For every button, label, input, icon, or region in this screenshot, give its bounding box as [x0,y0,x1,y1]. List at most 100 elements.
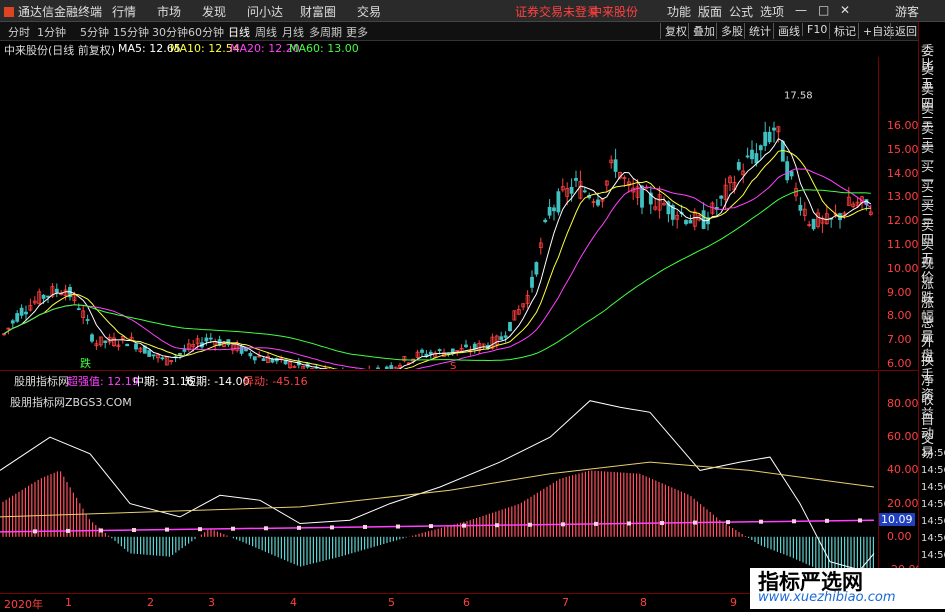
indicator-short: 短期: -14.00 [185,373,250,389]
super-value-dot [66,529,70,533]
guest-user[interactable]: 游客 [895,3,919,20]
super-value-dot [231,527,235,531]
candle-body [104,341,107,343]
ma10-line [4,151,871,370]
indicator-watermark: 股朋指标网ZBGS3.COM [10,394,132,410]
candle-body [421,350,424,352]
ma20-line [4,169,871,369]
tab-monthly[interactable]: 月线 [282,24,304,40]
candle-body [152,355,155,356]
candle-body [47,296,50,297]
super-value-dot [759,520,763,524]
minimize-icon[interactable]: — [795,3,807,17]
menu-layout[interactable]: 版面 [698,3,722,20]
candle-body [759,146,762,150]
candle-body [126,344,129,346]
tab-1min[interactable]: 1分钟 [37,24,66,40]
price-tick: 16.00 [887,119,919,132]
candle-body [390,366,393,369]
back-button[interactable]: 返回 [890,23,917,39]
candle-body [790,172,793,176]
candle-body [20,308,23,315]
candle-body [746,156,749,157]
super-value-dot [693,521,697,525]
time-label: 8 [640,596,647,609]
tab-daily[interactable]: 日线 [228,24,250,40]
tab-timeshare[interactable]: 分时 [8,24,30,40]
restore-icon[interactable]: □ [818,3,829,17]
candle-body [583,191,586,192]
overlay-button[interactable]: 叠加 [688,23,715,39]
tab-15min[interactable]: 15分钟 [113,24,149,40]
tab-multi-period[interactable]: 多周期 [309,24,342,40]
indicator-chart[interactable] [0,388,878,593]
time-label: 7 [562,596,569,609]
candle-body [737,162,740,169]
candle-body [531,277,534,287]
mark-button[interactable]: 标记 [829,23,856,39]
candle-body [597,200,600,205]
indicator-tick: 60.00 [887,430,919,443]
price-axis: 16.0015.0014.0013.0012.0011.0010.009.008… [878,57,919,369]
menu-function[interactable]: 功能 [667,3,691,20]
time-label: 1 [65,596,72,609]
candlestick-chart[interactable]: 17.585.15跌S [0,57,878,369]
tab-5min[interactable]: 5分钟 [80,24,109,40]
ma60-label: MA60: 13.00 [289,42,359,55]
app-logo: 通达信金融终端 [4,3,102,20]
draw-button[interactable]: 画线 [773,23,800,39]
candle-body [240,346,243,353]
super-value-dot [825,519,829,523]
tab-weekly[interactable]: 周线 [255,24,277,40]
f10-button[interactable]: F10 [802,23,827,36]
candle-body [16,314,19,322]
time-label: 3 [208,596,215,609]
menu-ask[interactable]: 问小达 [247,3,283,20]
super-value-dot [858,518,862,522]
candle-body [86,320,89,321]
super-value-dot [363,525,367,529]
indicator-tick: 40.00 [887,463,919,476]
price-tick: 15.00 [887,143,919,156]
signal-die: 跌 [80,356,91,369]
super-value-line [0,520,874,532]
candle-body [209,338,212,339]
super-value-dot [330,525,334,529]
multi-stock-button[interactable]: 多股 [716,23,743,39]
super-value-dot [99,528,103,532]
candle-body [429,352,432,354]
quote-sidebar: 委比卖五卖四卖三卖二卖一买一买二买三买四买五现价涨跌涨幅总量外盘换手净资收益自动… [918,22,945,609]
menu-discover[interactable]: 发现 [202,3,226,20]
candle-body [161,358,164,359]
candle-body [11,321,14,323]
ma-info-bar: 中来股份(日线 前复权) MA5: 12.65 MA10: 12.54 MA20… [0,41,945,57]
super-value-dot [594,522,598,526]
login-status[interactable]: 证券交易未登录 [515,3,599,20]
super-value-dot [495,523,499,527]
menu-quotes[interactable]: 行情 [112,3,136,20]
menu-trade[interactable]: 交易 [357,3,381,20]
tab-more[interactable]: 更多 [346,24,368,40]
candle-body [685,220,688,223]
candle-body [205,338,208,341]
price-tick: 7.00 [887,333,912,346]
stats-button[interactable]: 统计 [744,23,771,39]
chart-title: 中来股份(日线 前复权) [4,42,115,58]
time-label: 2020年 [4,596,43,612]
time-label: 5 [388,596,395,609]
add-favorite-button[interactable]: +自选 [858,23,894,39]
menu-options[interactable]: 选项 [760,3,784,20]
tab-30min[interactable]: 30分钟 [152,24,188,40]
candle-body [799,205,802,210]
close-icon[interactable]: ✕ [840,3,850,17]
candle-body [812,219,815,229]
super-value-dot [198,527,202,531]
tab-60min[interactable]: 60分钟 [188,24,224,40]
menu-market[interactable]: 市场 [157,3,181,20]
menu-formula[interactable]: 公式 [729,3,753,20]
adjust-button[interactable]: 复权 [660,23,687,39]
candle-body [544,220,547,221]
super-value-dot [33,529,37,533]
menu-wealth[interactable]: 财富圈 [300,3,336,20]
price-tick: 6.00 [887,357,912,370]
